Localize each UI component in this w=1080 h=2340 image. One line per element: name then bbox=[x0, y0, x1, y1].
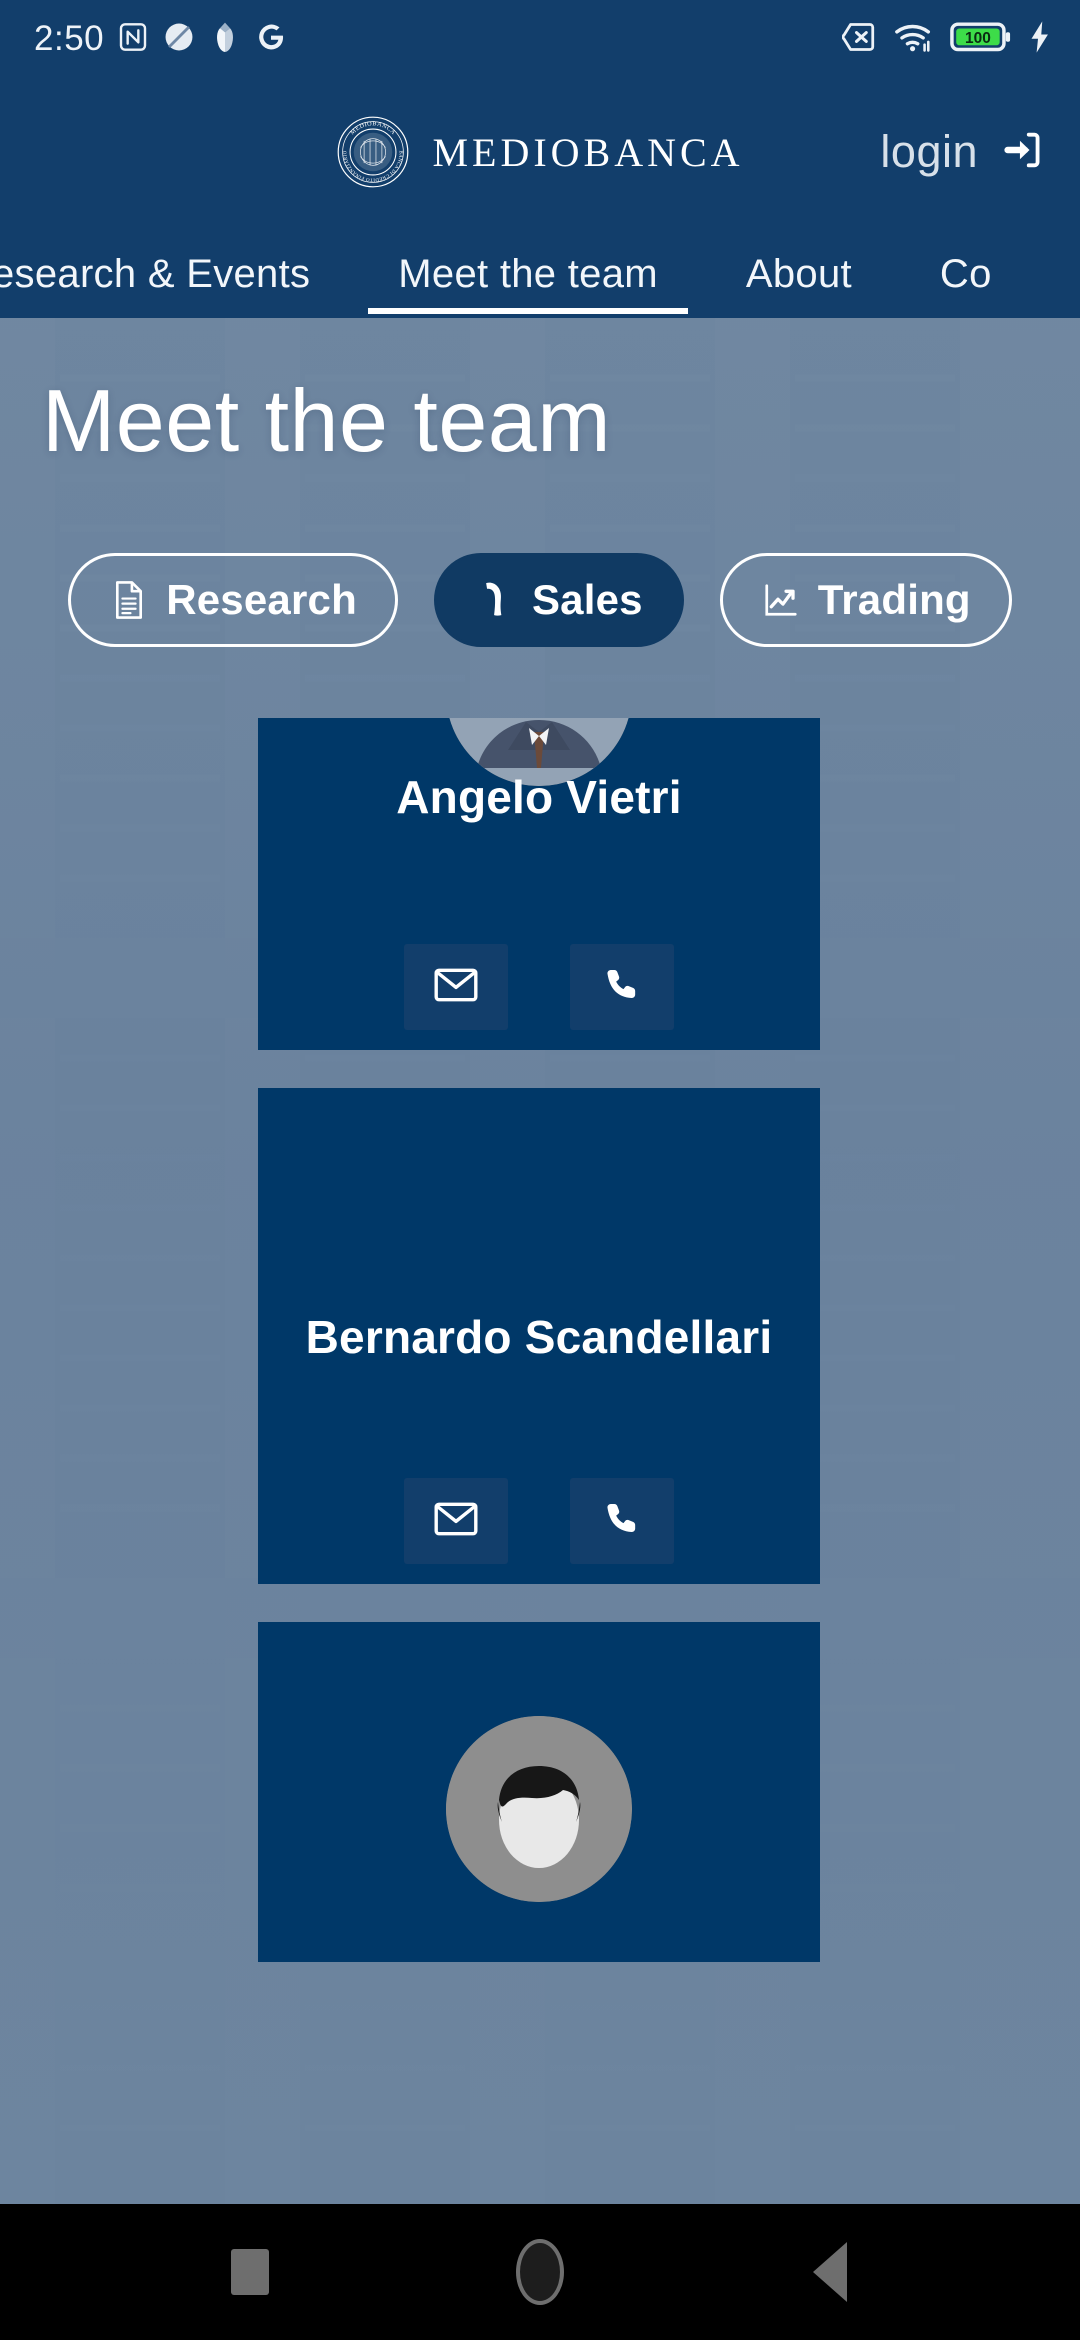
brand-logo[interactable]: MEDIOBANCA BANCA DI CREDITO FINANZIARIO … bbox=[336, 115, 743, 189]
login-button[interactable]: login bbox=[880, 126, 1046, 178]
status-bar: 2:50 100 bbox=[0, 0, 1080, 78]
team-card[interactable]: Angelo Vietri bbox=[258, 718, 820, 1050]
team-card[interactable] bbox=[258, 1622, 820, 1962]
nav-tab-meet-the-team[interactable]: Meet the team bbox=[354, 226, 702, 318]
nav-tab-research-events[interactable]: esearch & Events bbox=[0, 226, 354, 318]
login-label: login bbox=[880, 126, 978, 177]
google-icon bbox=[254, 20, 288, 59]
back-button[interactable] bbox=[785, 2227, 875, 2317]
document-icon bbox=[109, 578, 149, 622]
avatar bbox=[446, 1716, 632, 1902]
filter-pill-sales-label: Sales bbox=[531, 576, 643, 623]
filter-pill-trading-label: Trading bbox=[817, 576, 971, 623]
recents-button[interactable] bbox=[205, 2227, 295, 2317]
phone-button[interactable] bbox=[570, 1478, 674, 1564]
triangle-left-icon bbox=[813, 2242, 847, 2302]
page-title: Meet the team bbox=[42, 371, 612, 470]
nfc-icon bbox=[117, 21, 149, 58]
hero-section: Meet the team Research Sales Trading Ang… bbox=[0, 318, 1080, 2204]
site-header: MEDIOBANCA BANCA DI CREDITO FINANZIARIO … bbox=[0, 78, 1080, 226]
team-member-actions bbox=[258, 944, 820, 1030]
team-member-name: Angelo Vietri bbox=[396, 771, 682, 823]
team-card-list: Angelo Vietri Bernardo Scandellari bbox=[258, 718, 820, 2000]
app-icon-tulip bbox=[209, 20, 241, 59]
envelope-icon bbox=[434, 967, 478, 1008]
nav-scroll-strip[interactable]: esearch & Events Meet the team About Co bbox=[0, 226, 1036, 318]
circle-icon bbox=[516, 2239, 564, 2305]
app-icon-circle bbox=[162, 20, 196, 59]
phone-handset-icon bbox=[475, 578, 515, 622]
android-navigation-bar[interactable] bbox=[0, 2204, 1080, 2340]
phone-screen: 2:50 100 MEDIOBANCA BANCA DI CREDITO FIN… bbox=[0, 0, 1080, 2340]
filter-pill-trading[interactable]: Trading bbox=[719, 553, 1012, 647]
team-card[interactable]: Bernardo Scandellari bbox=[258, 1088, 820, 1584]
hero-content: Meet the team Research Sales Trading Ang… bbox=[0, 318, 1080, 2204]
svg-text:100: 100 bbox=[965, 30, 991, 47]
email-button[interactable] bbox=[404, 944, 508, 1030]
wifi-icon bbox=[894, 21, 934, 58]
team-filter-group[interactable]: Research Sales Trading bbox=[0, 553, 1080, 647]
home-button[interactable] bbox=[495, 2227, 585, 2317]
nav-tab-about[interactable]: About bbox=[702, 226, 896, 318]
envelope-icon bbox=[434, 1501, 478, 1542]
status-bar-left: 2:50 bbox=[34, 19, 288, 59]
line-chart-icon bbox=[761, 578, 801, 622]
filter-pill-research-label: Research bbox=[166, 576, 357, 623]
main-nav[interactable]: esearch & Events Meet the team About Co bbox=[0, 226, 1080, 318]
team-member-actions bbox=[258, 1478, 820, 1564]
battery-icon: 100 bbox=[950, 21, 1012, 58]
phone-button[interactable] bbox=[570, 944, 674, 1030]
sim-off-icon bbox=[841, 21, 878, 58]
status-bar-clock: 2:50 bbox=[34, 19, 105, 58]
charging-bolt-icon bbox=[1028, 20, 1052, 59]
filter-pill-sales[interactable]: Sales bbox=[433, 553, 684, 647]
square-icon bbox=[231, 2249, 269, 2295]
filter-pill-research[interactable]: Research bbox=[68, 553, 398, 647]
brand-wordmark: MEDIOBANCA bbox=[432, 129, 744, 175]
status-bar-right: 100 bbox=[841, 20, 1052, 59]
phone-icon bbox=[602, 965, 642, 1010]
mediobanca-seal-icon: MEDIOBANCA BANCA DI CREDITO FINANZIARIO bbox=[336, 115, 410, 189]
sign-in-icon bbox=[1000, 127, 1046, 178]
team-member-name: Bernardo Scandellari bbox=[305, 1311, 773, 1363]
email-button[interactable] bbox=[404, 1478, 508, 1564]
phone-icon bbox=[602, 1499, 642, 1544]
nav-tab-contacts[interactable]: Co bbox=[896, 226, 1036, 318]
